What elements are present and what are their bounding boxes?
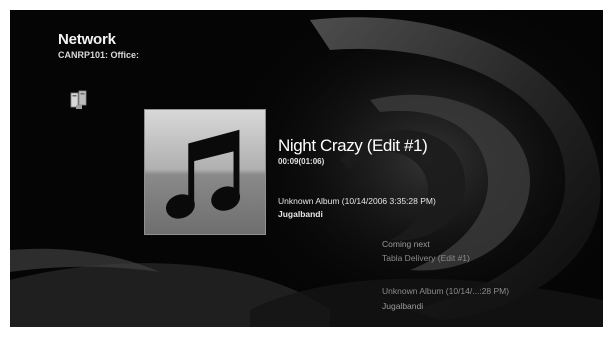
coming-next-label: Coming next xyxy=(382,239,430,249)
page-subtitle: CANRP101: Office: xyxy=(58,50,140,60)
now-playing-album: Unknown Album (10/14/2006 3:35:28 PM) xyxy=(278,196,436,206)
now-playing-time: 00:09(01:06) xyxy=(278,157,325,166)
next-track-title[interactable]: Tabla Delivery (Edit #1) xyxy=(382,253,470,263)
now-playing-title: Night Crazy (Edit #1) xyxy=(278,136,428,155)
library-device-icon[interactable] xyxy=(70,90,88,110)
now-playing-artist: Jugalbandi xyxy=(278,209,323,219)
page-title: Network xyxy=(58,31,116,48)
next-track-album: Unknown Album (10/14/...:28 PM) xyxy=(382,286,510,296)
album-art xyxy=(144,109,266,235)
music-note-icon xyxy=(165,129,241,219)
media-center-screen: Network CANRP101: Office: Night Crazy (E… xyxy=(10,10,603,327)
next-track-artist: Jugalbandi xyxy=(382,301,424,311)
